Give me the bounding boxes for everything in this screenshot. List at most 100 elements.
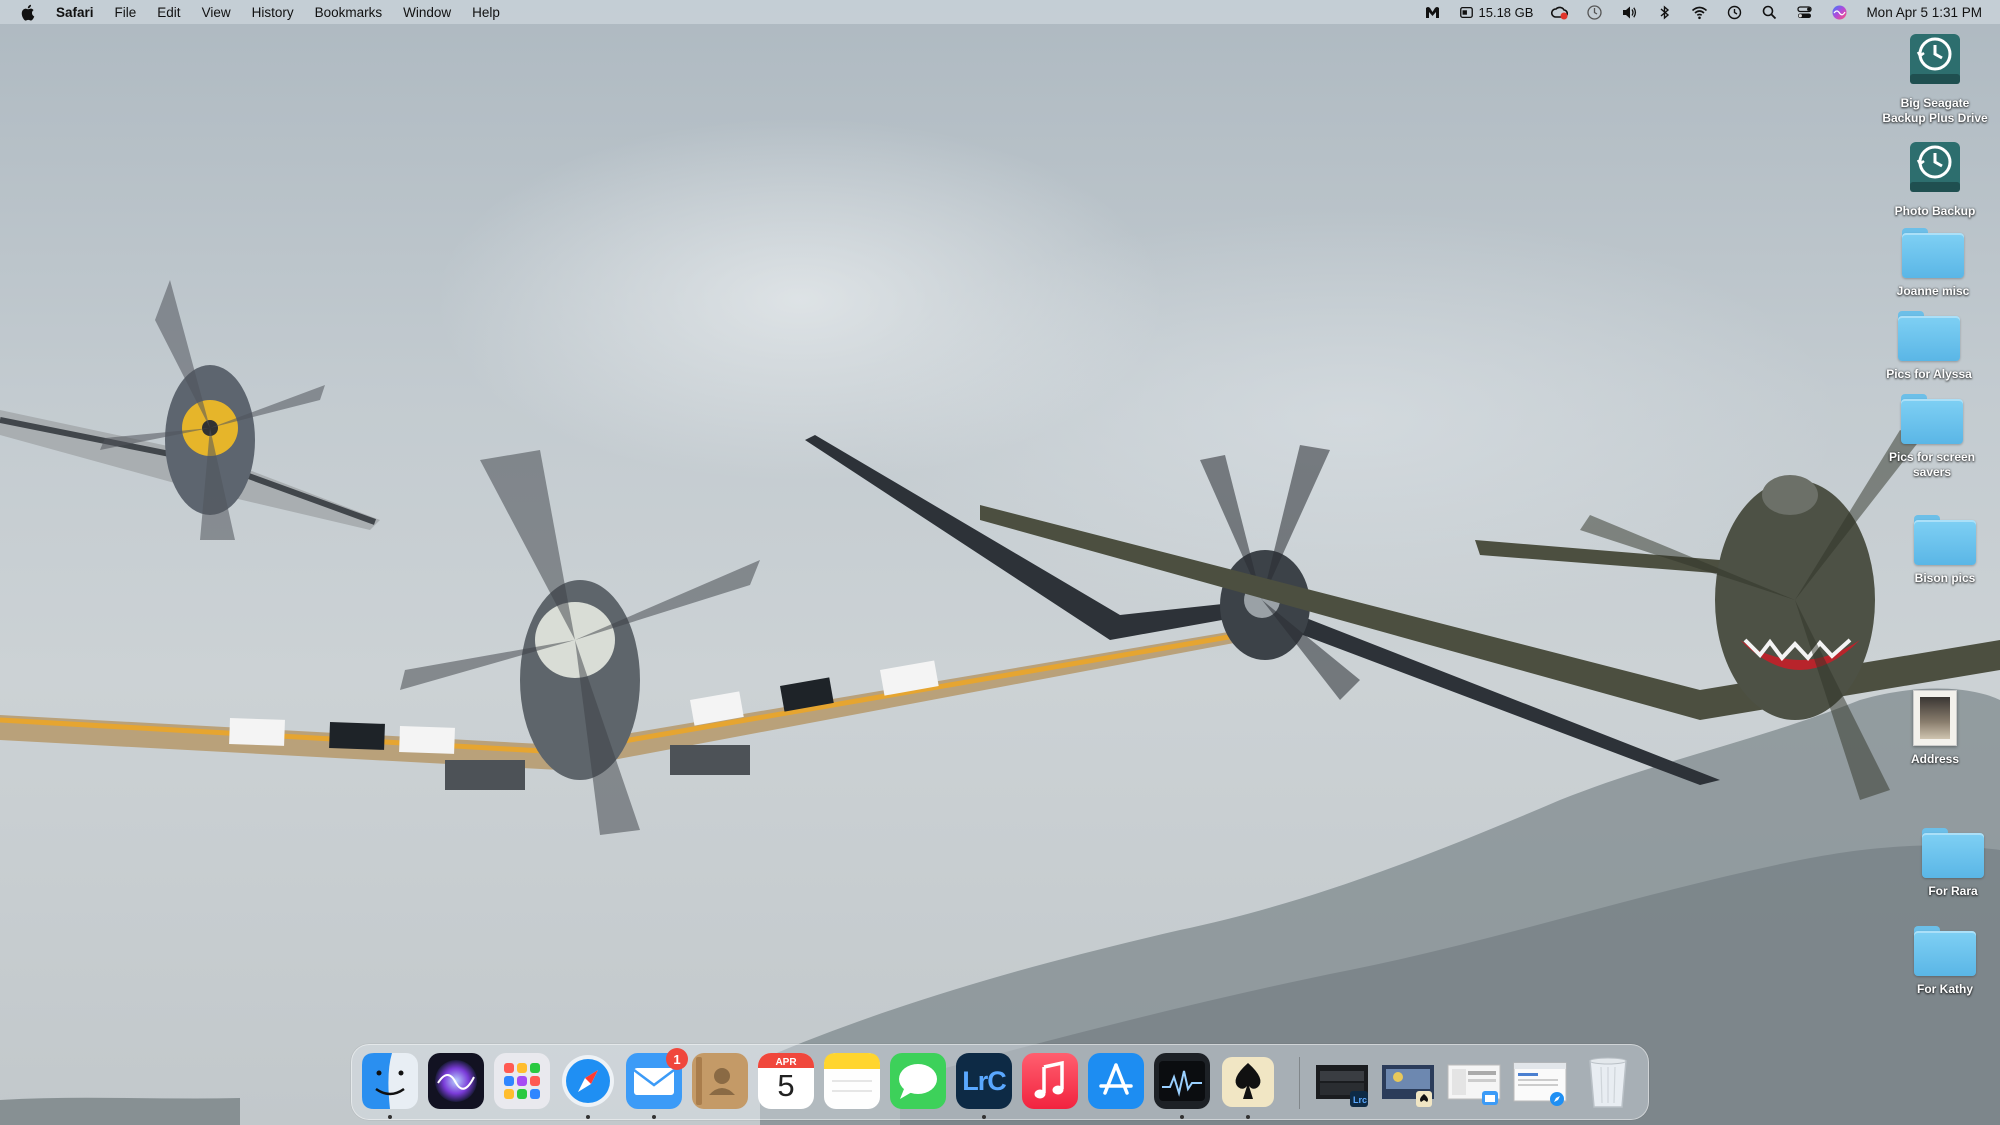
folder-icon bbox=[1922, 828, 1984, 878]
dock-notes[interactable] bbox=[824, 1053, 880, 1109]
app-store-icon bbox=[1088, 1053, 1144, 1109]
dock-trash[interactable] bbox=[1580, 1053, 1636, 1109]
menu-window[interactable]: Window bbox=[403, 5, 451, 20]
menu-history[interactable]: History bbox=[252, 5, 294, 20]
siri-icon bbox=[428, 1053, 484, 1109]
desktop-icon-label: Big Seagate Backup Plus Drive bbox=[1882, 96, 1988, 125]
dock-mail[interactable]: 1 bbox=[626, 1048, 688, 1109]
apple-menu-icon[interactable] bbox=[20, 3, 36, 21]
dock-calendar[interactable]: APR 5 bbox=[758, 1053, 814, 1109]
control-center-icon[interactable] bbox=[1796, 4, 1813, 21]
folder-icon bbox=[1902, 228, 1964, 278]
menu-file[interactable]: File bbox=[115, 5, 137, 20]
dock-app-store[interactable] bbox=[1088, 1053, 1144, 1109]
finder-icon bbox=[362, 1053, 418, 1109]
dock-separator bbox=[1299, 1057, 1300, 1109]
minimized-window-thumbnail-icon: Lrc bbox=[1316, 1065, 1368, 1107]
time-machine-icon[interactable] bbox=[1726, 4, 1743, 21]
calendar-day: 5 bbox=[777, 1068, 795, 1103]
desktop-icon-bison-pics[interactable]: Bison pics bbox=[1885, 515, 2000, 586]
malwarebytes-icon[interactable] bbox=[1424, 4, 1441, 21]
dock-minimized-safari-window[interactable] bbox=[1512, 1053, 1568, 1109]
dock-messages[interactable] bbox=[890, 1053, 946, 1109]
dock-solitaire[interactable] bbox=[1220, 1053, 1276, 1109]
desktop-icon-label: Pics for screen savers bbox=[1888, 450, 1976, 479]
storage-value: 15.18 GB bbox=[1478, 4, 1534, 20]
wallpaper-airplanes-image bbox=[0, 280, 2000, 1125]
lightroom-icon-text: LrC bbox=[962, 1065, 1006, 1096]
time-machine-drive-icon bbox=[1905, 138, 1965, 198]
dock-finder[interactable] bbox=[362, 1053, 418, 1109]
menu-bookmarks[interactable]: Bookmarks bbox=[315, 5, 383, 20]
desktop-icon-photo-backup[interactable]: Photo Backup bbox=[1875, 138, 1995, 219]
running-indicator bbox=[1246, 1115, 1250, 1119]
desktop-icon-label: Photo Backup bbox=[1894, 204, 1976, 218]
dock-contacts[interactable] bbox=[692, 1053, 748, 1109]
folder-icon bbox=[1914, 926, 1976, 976]
siri-menu-icon[interactable] bbox=[1831, 4, 1848, 21]
desktop-icon-pics-for-alyssa[interactable]: Pics for Alyssa bbox=[1869, 311, 1989, 382]
volume-icon[interactable] bbox=[1621, 4, 1638, 21]
mail-unread-badge: 1 bbox=[666, 1048, 688, 1070]
activity-monitor-icon bbox=[1154, 1053, 1210, 1109]
running-indicator bbox=[586, 1115, 590, 1119]
dock-minimized-photo-window[interactable] bbox=[1380, 1053, 1436, 1109]
document-thumbnail-icon bbox=[1913, 690, 1957, 746]
menu-view[interactable]: View bbox=[202, 5, 231, 20]
messages-bubble-icon bbox=[890, 1053, 946, 1109]
dock: 1 APR 5 LrC Lrc bbox=[351, 1044, 1649, 1120]
menu-app-safari[interactable]: Safari bbox=[56, 5, 94, 20]
svg-text:Lrc: Lrc bbox=[1353, 1095, 1367, 1105]
minimized-window-thumbnail-icon bbox=[1382, 1065, 1434, 1107]
dock-lightroom-classic[interactable]: LrC bbox=[956, 1053, 1012, 1109]
dock-launchpad[interactable] bbox=[494, 1053, 550, 1109]
trash-can-icon bbox=[1589, 1057, 1627, 1108]
desktop-icon-label: Bison pics bbox=[1914, 571, 1976, 585]
desktop-icon-address[interactable]: Address bbox=[1875, 690, 1995, 767]
running-indicator bbox=[1180, 1115, 1184, 1119]
dock-music[interactable] bbox=[1022, 1053, 1078, 1109]
folder-icon bbox=[1914, 515, 1976, 565]
launchpad-grid-icon bbox=[494, 1053, 550, 1109]
desktop-icon-pics-for-screen-savers[interactable]: Pics for screen savers bbox=[1872, 394, 1992, 480]
desktop-icon-for-rara[interactable]: For Rara bbox=[1893, 828, 2000, 899]
spade-card-icon bbox=[1222, 1057, 1274, 1107]
minimized-window-thumbnail-icon bbox=[1447, 1064, 1501, 1105]
contacts-book-icon bbox=[692, 1053, 748, 1109]
dock-siri[interactable] bbox=[428, 1053, 484, 1109]
time-machine-drive-icon bbox=[1905, 30, 1965, 90]
dock-minimized-mail-window[interactable] bbox=[1446, 1053, 1502, 1109]
creative-cloud-icon[interactable] bbox=[1551, 4, 1569, 21]
running-indicator bbox=[982, 1115, 986, 1119]
menubar-clock[interactable]: Mon Apr 5 1:31 PM bbox=[1866, 5, 1982, 20]
folder-icon bbox=[1901, 394, 1963, 444]
bluetooth-icon[interactable] bbox=[1656, 4, 1673, 21]
music-note-icon bbox=[1022, 1053, 1078, 1109]
desktop-icon-label: Pics for Alyssa bbox=[1886, 367, 1972, 381]
desktop-icon-for-kathy[interactable]: For Kathy bbox=[1885, 926, 2000, 997]
running-indicator bbox=[388, 1115, 392, 1119]
desktop-icon-label: Joanne misc bbox=[1896, 284, 1970, 298]
calendar-month: APR bbox=[775, 1057, 797, 1068]
drive-status-icon bbox=[1459, 6, 1473, 18]
desktop-wallpaper bbox=[0, 0, 2000, 1125]
minimized-window-thumbnail-icon bbox=[1513, 1062, 1567, 1106]
notes-icon bbox=[824, 1053, 880, 1109]
desktop-icon-label: For Kathy bbox=[1916, 982, 1973, 996]
dock-safari[interactable] bbox=[560, 1053, 616, 1109]
moon-clock-icon[interactable] bbox=[1586, 4, 1603, 21]
dock-activity-monitor[interactable] bbox=[1154, 1053, 1210, 1109]
dock-minimized-lightroom-window[interactable]: Lrc bbox=[1314, 1053, 1370, 1109]
running-indicator bbox=[652, 1115, 656, 1119]
spotlight-search-icon[interactable] bbox=[1761, 4, 1778, 21]
storage-status[interactable]: 15.18 GB bbox=[1459, 4, 1534, 20]
desktop-icon-label: For Rara bbox=[1928, 884, 1978, 898]
safari-compass-icon bbox=[562, 1055, 614, 1107]
folder-icon bbox=[1898, 311, 1960, 361]
menu-help[interactable]: Help bbox=[472, 5, 500, 20]
desktop-icon-joanne-misc[interactable]: Joanne misc bbox=[1873, 228, 1993, 299]
menu-edit[interactable]: Edit bbox=[157, 5, 180, 20]
desktop-icon-big-seagate-drive[interactable]: Big Seagate Backup Plus Drive bbox=[1875, 30, 1995, 126]
wifi-icon[interactable] bbox=[1691, 4, 1708, 21]
desktop-icon-label: Address bbox=[1910, 752, 1960, 766]
